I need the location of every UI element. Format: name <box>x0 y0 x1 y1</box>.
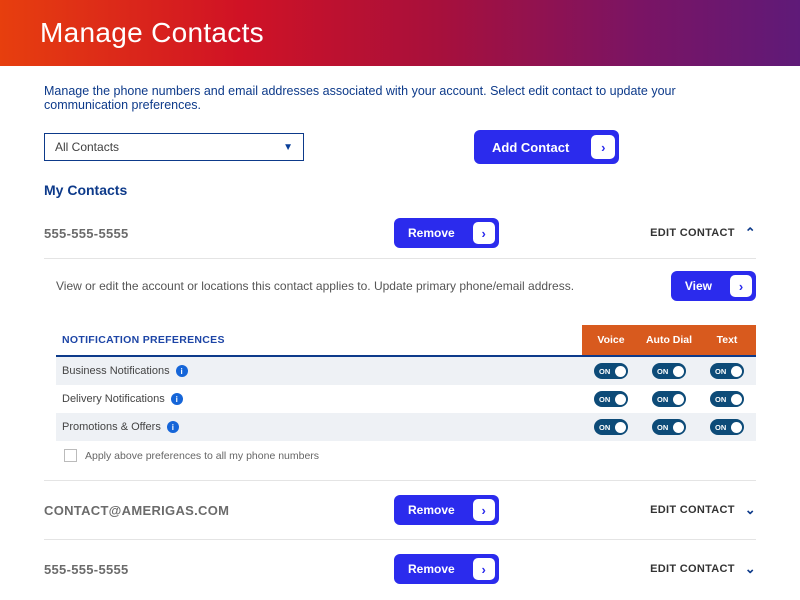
header-banner: Manage Contacts <box>0 0 800 66</box>
toggle-voice[interactable] <box>594 391 628 407</box>
toggle-autodial[interactable] <box>652 391 686 407</box>
my-contacts-heading: My Contacts <box>44 182 756 198</box>
chevron-down-icon: ⌄ <box>745 561 756 577</box>
toggle-text[interactable] <box>710 363 744 379</box>
edit-contact-toggle[interactable]: EDIT CONTACT ⌄ <box>650 502 756 518</box>
add-contact-button[interactable]: Add Contact › <box>474 130 619 164</box>
filter-select[interactable]: All Contacts ▼ <box>44 133 304 161</box>
caret-down-icon: ▼ <box>283 142 293 153</box>
col-voice: Voice <box>582 325 640 357</box>
preferences-table: NOTIFICATION PREFERENCES Voice Auto Dial… <box>56 325 756 441</box>
contact-expanded-panel: View or edit the account or locations th… <box>44 259 756 480</box>
chevron-up-icon: ⌃ <box>745 225 756 241</box>
remove-label: Remove <box>408 562 455 576</box>
toggle-autodial[interactable] <box>652 363 686 379</box>
contact-identifier: 555-555-5555 <box>44 562 394 577</box>
info-icon[interactable]: i <box>167 421 179 433</box>
chevron-right-icon: › <box>473 222 495 244</box>
remove-button[interactable]: Remove › <box>394 495 499 525</box>
apply-all-checkbox[interactable] <box>64 449 77 462</box>
pref-row: Delivery Notifications i <box>56 385 756 413</box>
pref-label: Business Notifications <box>62 365 170 377</box>
page-title: Manage Contacts <box>40 17 264 49</box>
toggle-text[interactable] <box>710 391 744 407</box>
pref-row: Business Notifications i <box>56 357 756 385</box>
toggle-voice[interactable] <box>594 363 628 379</box>
intro-text: Manage the phone numbers and email addre… <box>44 84 756 112</box>
expanded-description: View or edit the account or locations th… <box>56 279 574 293</box>
contact-identifier: CONTACT@AMERIGAS.COM <box>44 503 394 518</box>
contact-item: 555-555-5555 Remove › EDIT CONTACT ⌄ <box>44 539 756 598</box>
pref-label: Delivery Notifications <box>62 393 165 405</box>
remove-button[interactable]: Remove › <box>394 554 499 584</box>
col-text: Text <box>698 325 756 357</box>
chevron-right-icon: › <box>473 558 495 580</box>
page-root: Manage Contacts Manage the phone numbers… <box>0 0 800 600</box>
add-contact-label: Add Contact <box>492 140 569 155</box>
contact-item: CONTACT@AMERIGAS.COM Remove › EDIT CONTA… <box>44 480 756 539</box>
chevron-right-icon: › <box>730 275 752 297</box>
info-icon[interactable]: i <box>176 365 188 377</box>
toggle-autodial[interactable] <box>652 419 686 435</box>
edit-contact-label: EDIT CONTACT <box>650 227 735 239</box>
toggle-text[interactable] <box>710 419 744 435</box>
chevron-right-icon: › <box>591 135 615 159</box>
toggle-voice[interactable] <box>594 419 628 435</box>
apply-all-label: Apply above preferences to all my phone … <box>85 450 319 462</box>
edit-contact-label: EDIT CONTACT <box>650 504 735 516</box>
edit-contact-toggle[interactable]: EDIT CONTACT ⌃ <box>650 225 756 241</box>
prefs-heading: NOTIFICATION PREFERENCES <box>56 325 582 357</box>
chevron-down-icon: ⌄ <box>745 502 756 518</box>
view-button[interactable]: View › <box>671 271 756 301</box>
filter-selected-value: All Contacts <box>55 140 119 154</box>
edit-contact-toggle[interactable]: EDIT CONTACT ⌄ <box>650 561 756 577</box>
edit-contact-label: EDIT CONTACT <box>650 563 735 575</box>
view-label: View <box>685 279 712 293</box>
info-icon[interactable]: i <box>171 393 183 405</box>
remove-button[interactable]: Remove › <box>394 218 499 248</box>
col-autodial: Auto Dial <box>640 325 698 357</box>
pref-row: Promotions & Offers i <box>56 413 756 441</box>
remove-label: Remove <box>408 226 455 240</box>
contact-item: 555-555-5555 Remove › EDIT CONTACT ⌃ Vie… <box>44 208 756 480</box>
contact-identifier: 555-555-5555 <box>44 226 394 241</box>
remove-label: Remove <box>408 503 455 517</box>
pref-label: Promotions & Offers <box>62 421 161 433</box>
chevron-right-icon: › <box>473 499 495 521</box>
